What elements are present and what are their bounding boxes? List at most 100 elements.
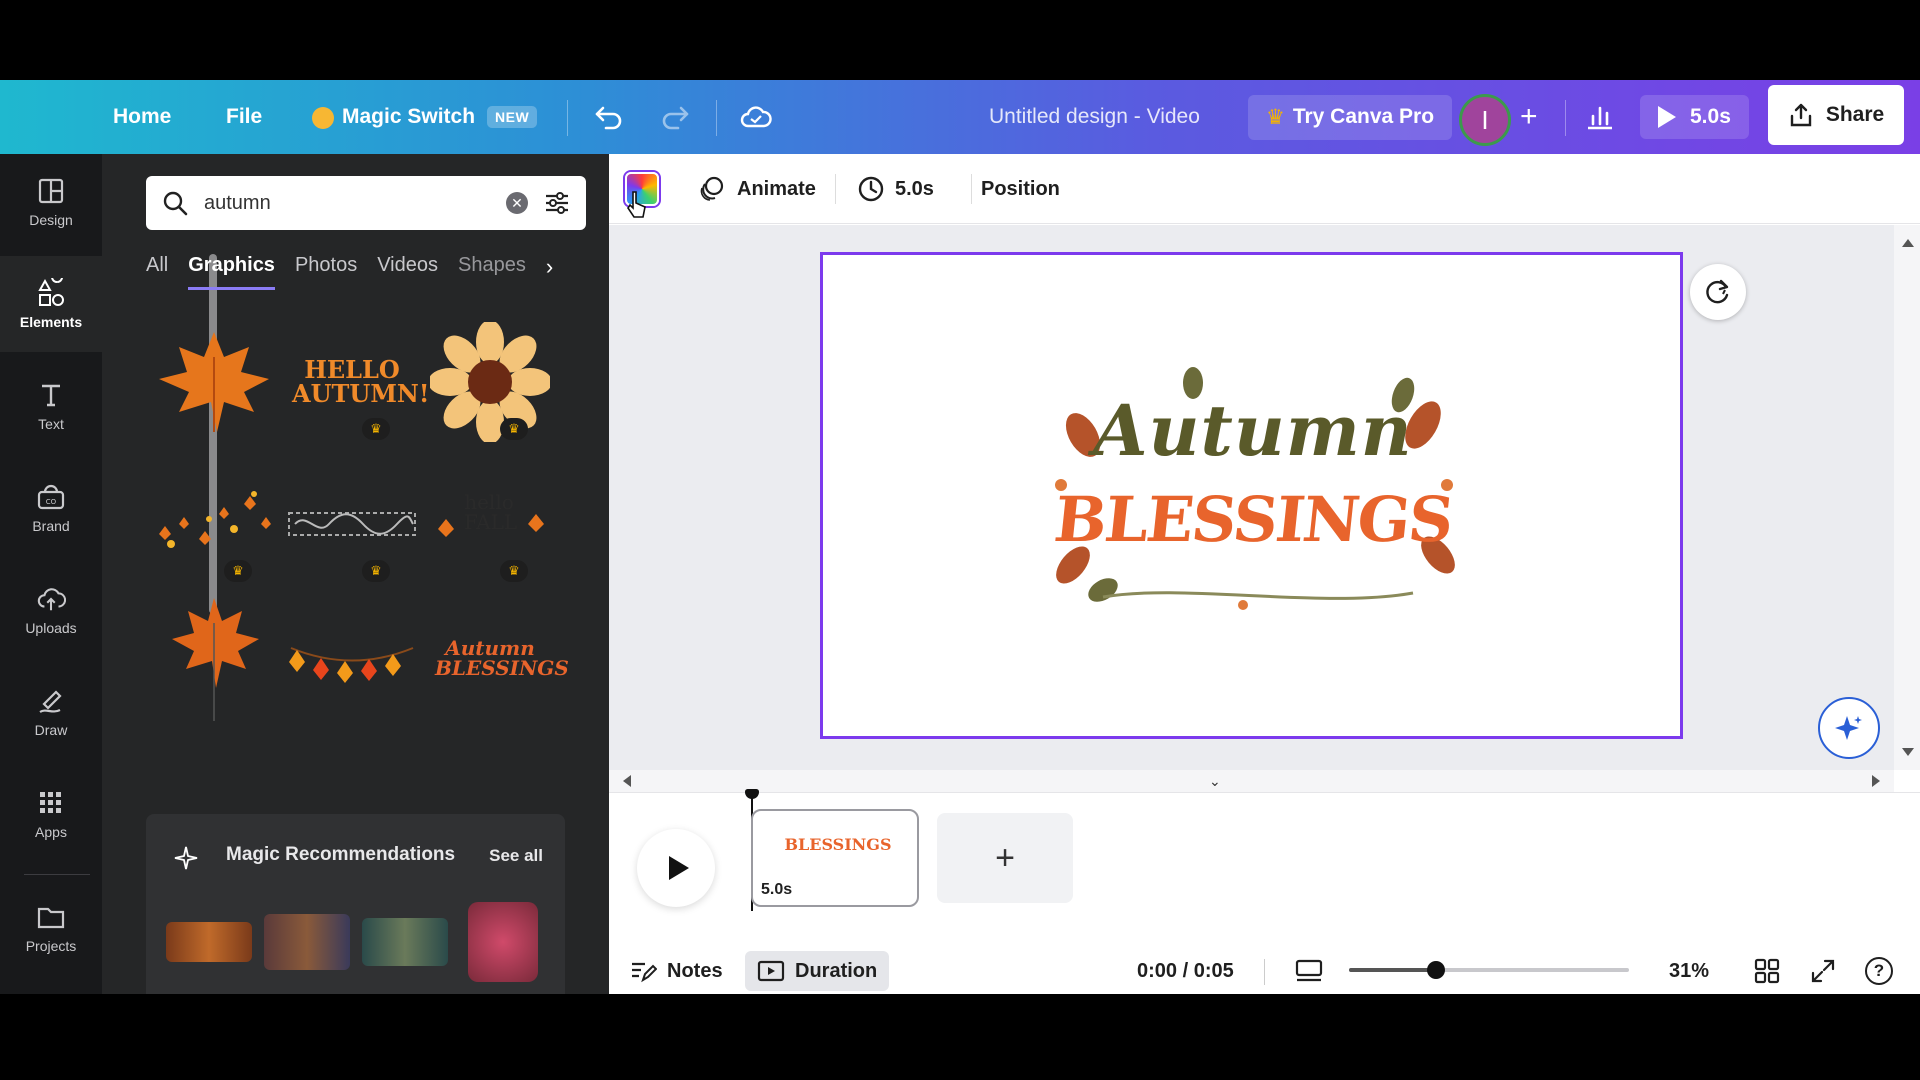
magic-switch-button[interactable]: Magic Switch NEW	[312, 80, 538, 154]
graphic-result[interactable]: ♛	[146, 464, 282, 584]
rail-item-uploads[interactable]: Uploads	[0, 562, 102, 658]
graphic-result[interactable]: ♛	[422, 322, 558, 442]
graphic-result[interactable]: hello FALL ♛	[422, 464, 558, 584]
maple-leaf-graphic	[159, 332, 269, 432]
magic-recommendations-title: Magic Recommendations	[226, 844, 456, 865]
graphic-result[interactable]: ♛	[284, 464, 420, 584]
apps-grid-icon	[36, 788, 66, 818]
clear-search-icon[interactable]: ✕	[506, 192, 528, 214]
tab-videos[interactable]: Videos	[377, 254, 438, 290]
zoom-slider-knob[interactable]	[1427, 961, 1445, 979]
rail-item-elements[interactable]: Elements	[0, 256, 102, 352]
animate-button[interactable]: Animate	[697, 154, 816, 224]
tab-graphics[interactable]: Graphics	[188, 254, 275, 290]
see-all-link[interactable]: See all	[489, 846, 543, 866]
try-canva-pro-button[interactable]: ♛ Try Canva Pro	[1248, 92, 1453, 142]
maple-leaf-graphic	[172, 598, 259, 721]
graphic-result[interactable]	[146, 598, 282, 721]
recommendation-thumb[interactable]	[362, 918, 448, 966]
duration-label: 5.0s	[895, 177, 934, 200]
play-icon	[669, 856, 689, 880]
grid-view-icon[interactable]	[1754, 951, 1780, 991]
redo-icon[interactable]	[660, 80, 690, 154]
new-badge: NEW	[487, 106, 538, 128]
falling-leaves-graphic	[159, 491, 271, 548]
sunflower-graphic	[430, 322, 550, 442]
fullscreen-icon[interactable]	[1810, 951, 1836, 991]
help-icon[interactable]: ?	[1865, 951, 1893, 991]
graphic-result[interactable]	[146, 322, 282, 442]
recommendation-thumb[interactable]	[166, 922, 252, 962]
rail-label: Draw	[34, 722, 68, 738]
undo-icon[interactable]	[594, 80, 624, 154]
rail-item-draw[interactable]: Draw	[0, 664, 102, 760]
cloud-upload-icon	[36, 584, 66, 614]
rail-item-projects[interactable]: Projects	[0, 880, 102, 976]
app-window: Home File Magic Switch NEW Untitled desi…	[0, 80, 1920, 994]
rail-label: Design	[29, 212, 73, 228]
premium-crown-icon: ♛	[224, 560, 252, 582]
rail-label: Brand	[32, 518, 70, 534]
magic-assistant-button[interactable]	[1818, 697, 1880, 759]
timeline-clip[interactable]: BLESSINGS 5.0s	[751, 809, 919, 907]
layout-icon	[36, 176, 66, 206]
recommendation-thumb[interactable]	[468, 902, 538, 982]
file-menu[interactable]: File	[226, 80, 262, 154]
premium-crown-icon: ♛	[362, 418, 390, 440]
graphic-result[interactable]: HELLO AUTUMN! ♛	[284, 322, 429, 442]
playhead-handle[interactable]	[745, 789, 759, 799]
zoom-level[interactable]: 31%	[1669, 951, 1709, 991]
play-preview-button[interactable]: 5.0s	[1640, 92, 1749, 142]
duration-button[interactable]: 5.0s	[857, 154, 934, 224]
rail-item-design[interactable]: Design	[0, 154, 102, 250]
rail-item-brand[interactable]: CO Brand	[0, 460, 102, 556]
design-page[interactable]: Autumn BLESSINGS	[820, 252, 1683, 739]
share-label: Share	[1825, 103, 1885, 126]
home-link[interactable]: Home	[113, 80, 171, 154]
search-input[interactable]	[204, 191, 490, 215]
hello-fall-graphic: hello FALL	[430, 484, 550, 564]
tab-all[interactable]: All	[146, 254, 168, 290]
graphic-result[interactable]	[284, 598, 420, 718]
page-view-icon[interactable]	[1295, 951, 1323, 991]
tab-shapes[interactable]: Shapes	[458, 254, 526, 290]
menu-icon[interactable]	[38, 80, 62, 154]
svg-text:CO: CO	[46, 498, 57, 506]
share-button[interactable]: Share	[1768, 85, 1904, 145]
add-page-button[interactable]: +	[937, 813, 1073, 903]
avatar[interactable]: I	[1459, 94, 1511, 146]
play-icon	[1658, 106, 1676, 128]
regenerate-icon[interactable]	[1690, 264, 1746, 320]
graphic-result[interactable]: Autumn BLESSINGS	[422, 598, 569, 718]
magic-recommendations-card: Magic Recommendations See all	[146, 814, 565, 994]
recommendation-thumb[interactable]	[264, 914, 350, 970]
tabs-next-icon[interactable]: ›	[546, 254, 553, 290]
premium-crown-icon: ♛	[500, 560, 528, 582]
notes-button[interactable]: Notes	[629, 951, 723, 991]
brand-icon: CO	[36, 482, 66, 512]
sparkle-icon	[1835, 716, 1862, 740]
crown-icon: ♛	[1266, 105, 1285, 129]
timeline-play-button[interactable]	[637, 829, 715, 907]
bottom-bar: Notes Duration 0:00 / 0:05 31% ?	[609, 945, 1920, 994]
elements-panel: ✕ All Graphics Photos Videos Shapes › HE…	[102, 154, 700, 994]
duration-toggle[interactable]: Duration	[745, 951, 890, 991]
tab-photos[interactable]: Photos	[295, 254, 357, 290]
cloud-save-icon[interactable]	[740, 80, 772, 154]
rail-item-text[interactable]: Text	[0, 358, 102, 454]
filter-icon[interactable]	[544, 191, 570, 215]
shapes-icon	[36, 278, 66, 308]
zoom-slider-fill	[1349, 968, 1436, 972]
design-title[interactable]: Untitled design - Video	[989, 80, 1200, 154]
canvas-scrollbar-vertical[interactable]	[1894, 225, 1920, 770]
canvas-scrollbar-horizontal[interactable]: ⌄	[609, 770, 1894, 792]
rail-item-apps[interactable]: Apps	[0, 766, 102, 862]
autumn-blessings-thumb: Autumn BLESSINGS	[435, 636, 569, 680]
autumn-blessings-artwork[interactable]: Autumn BLESSINGS	[1043, 365, 1463, 615]
divider	[567, 100, 568, 136]
add-collaborator-icon[interactable]: +	[1520, 80, 1538, 154]
zoom-slider[interactable]	[1349, 961, 1629, 979]
analytics-icon[interactable]	[1586, 80, 1614, 154]
position-button[interactable]: Position	[981, 154, 1060, 224]
result-tabs: All Graphics Photos Videos Shapes ›	[146, 254, 553, 290]
